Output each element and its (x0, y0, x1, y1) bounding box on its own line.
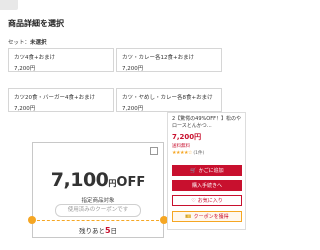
cart-label: かごに追加 (198, 168, 224, 174)
option-name: カツ20食・バーガー4食+おまけ (14, 95, 96, 101)
rating: ★★★★☆ (1件) (172, 150, 241, 156)
product-name: 2【驚愕の49%OFF！】松のや ロースとんかつ… (172, 116, 241, 129)
close-icon[interactable] (150, 147, 158, 155)
set-selection-label: セット：未選択 (8, 38, 47, 46)
coupon-off: OFF (116, 175, 146, 190)
coupon-subtitle: 指定商品対象 (81, 198, 115, 204)
checkout-button[interactable]: 購入手続きへ (172, 180, 242, 191)
shipping-label: 送料無料 (172, 144, 190, 149)
coupon-discount: 7,100円OFF (33, 169, 163, 191)
product-price: 7,200円 (172, 133, 202, 141)
cart-icon: 🛒 (190, 168, 197, 174)
heart-icon: ♡ (191, 198, 196, 204)
option-card[interactable]: カツ4食+おまけ 7,200円 (8, 48, 114, 72)
option-name: カツ・ヤめし・カレー各8食+おまけ (122, 95, 213, 101)
favorite-label: お気に入り (197, 198, 223, 204)
option-card[interactable]: カツ・カレー各12食+おまけ 7,200円 (116, 48, 222, 72)
set-value: 未選択 (30, 40, 47, 46)
option-card[interactable]: カツ・ヤめし・カレー各8食+おまけ 7,200円 (116, 88, 222, 112)
remain-suffix: 日 (110, 227, 118, 235)
option-price: 7,200円 (14, 106, 36, 112)
option-card[interactable]: カツ20食・バーガー4食+おまけ 7,200円 (8, 88, 114, 112)
coupon-notch-left (28, 216, 36, 224)
rating-stars: ★★★★☆ (172, 150, 192, 156)
add-to-cart-button[interactable]: 🛒 かごに追加 (172, 165, 242, 176)
option-price: 7,200円 (14, 66, 36, 72)
rating-count[interactable]: (1件) (193, 151, 204, 156)
coupon-remaining: 残りあと5日 (33, 225, 163, 235)
option-price: 7,200円 (122, 66, 144, 72)
option-name: カツ・カレー各12食+おまけ (122, 55, 195, 61)
coupon-button-label: クーポンを獲得 (193, 214, 229, 220)
coupon-amount: 7,100 (50, 169, 109, 191)
coupon-icon: 🎫 (185, 214, 192, 220)
coupon-popup: 7,100円OFF 指定商品対象 使用済みのクーポンです 残りあと5日 (28, 142, 168, 238)
favorite-button[interactable]: ♡ お気に入り (172, 195, 242, 206)
coupon-divider (32, 220, 164, 221)
top-tab (0, 0, 18, 10)
checkout-label: 購入手続きへ (191, 183, 222, 189)
page-title: 商品詳細を選択 (8, 19, 64, 28)
get-coupon-button[interactable]: 🎫 クーポンを獲得 (172, 211, 242, 222)
remain-prefix: 残りあと (78, 227, 105, 235)
coupon-used-badge: 使用済みのクーポンです (55, 204, 141, 217)
option-name: カツ4食+おまけ (14, 55, 56, 61)
set-prefix: セット： (8, 40, 31, 46)
product-panel: 2【驚愕の49%OFF！】松のや ロースとんかつ… 7,200円 送料無料 ★★… (167, 112, 246, 230)
option-price: 7,200円 (122, 106, 144, 112)
